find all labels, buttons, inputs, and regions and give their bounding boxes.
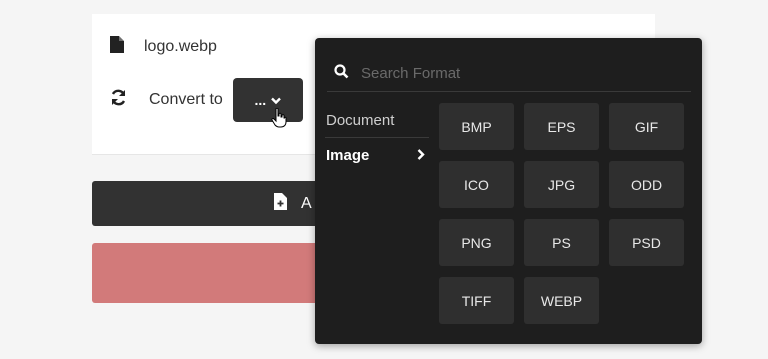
format-option-eps[interactable]: EPS bbox=[524, 103, 599, 150]
category-label: Image bbox=[326, 146, 370, 164]
format-option-odd[interactable]: ODD bbox=[609, 161, 684, 208]
hand-cursor-icon bbox=[271, 107, 287, 131]
format-option-ico[interactable]: ICO bbox=[439, 161, 514, 208]
search-icon bbox=[334, 63, 349, 84]
format-dropdown: Document Image BMP EPS GIF ICO JPG ODD P… bbox=[315, 38, 702, 344]
sync-icon bbox=[110, 89, 127, 111]
format-option-gif[interactable]: GIF bbox=[609, 103, 684, 150]
chevron-right-icon bbox=[417, 147, 425, 164]
category-label: Document bbox=[326, 112, 395, 129]
add-files-label: A bbox=[301, 194, 312, 212]
file-name: logo.webp bbox=[144, 38, 217, 55]
format-option-png[interactable]: PNG bbox=[439, 219, 514, 266]
format-option-webp[interactable]: WEBP bbox=[524, 277, 599, 324]
format-option-ps[interactable]: PS bbox=[524, 219, 599, 266]
category-document[interactable]: Document bbox=[325, 104, 429, 138]
format-search-input[interactable] bbox=[361, 65, 661, 82]
format-option-bmp[interactable]: BMP bbox=[439, 103, 514, 150]
file-icon bbox=[110, 36, 124, 58]
format-select-label: ... bbox=[254, 92, 267, 108]
convert-to-label: Convert to bbox=[149, 91, 223, 108]
format-option-tiff[interactable]: TIFF bbox=[439, 277, 514, 324]
convert-row: Convert to ... bbox=[110, 78, 303, 128]
format-option-psd[interactable]: PSD bbox=[609, 219, 684, 266]
format-grid: BMP EPS GIF ICO JPG ODD PNG PS PSD TIFF … bbox=[439, 103, 689, 324]
format-select-button[interactable]: ... bbox=[232, 78, 303, 128]
category-image[interactable]: Image bbox=[325, 138, 429, 172]
format-categories: Document Image bbox=[325, 104, 429, 172]
format-search bbox=[327, 56, 691, 92]
file-row: logo.webp bbox=[110, 36, 217, 58]
format-option-jpg[interactable]: JPG bbox=[524, 161, 599, 208]
file-plus-icon bbox=[274, 192, 287, 215]
chevron-down-icon bbox=[271, 92, 281, 108]
